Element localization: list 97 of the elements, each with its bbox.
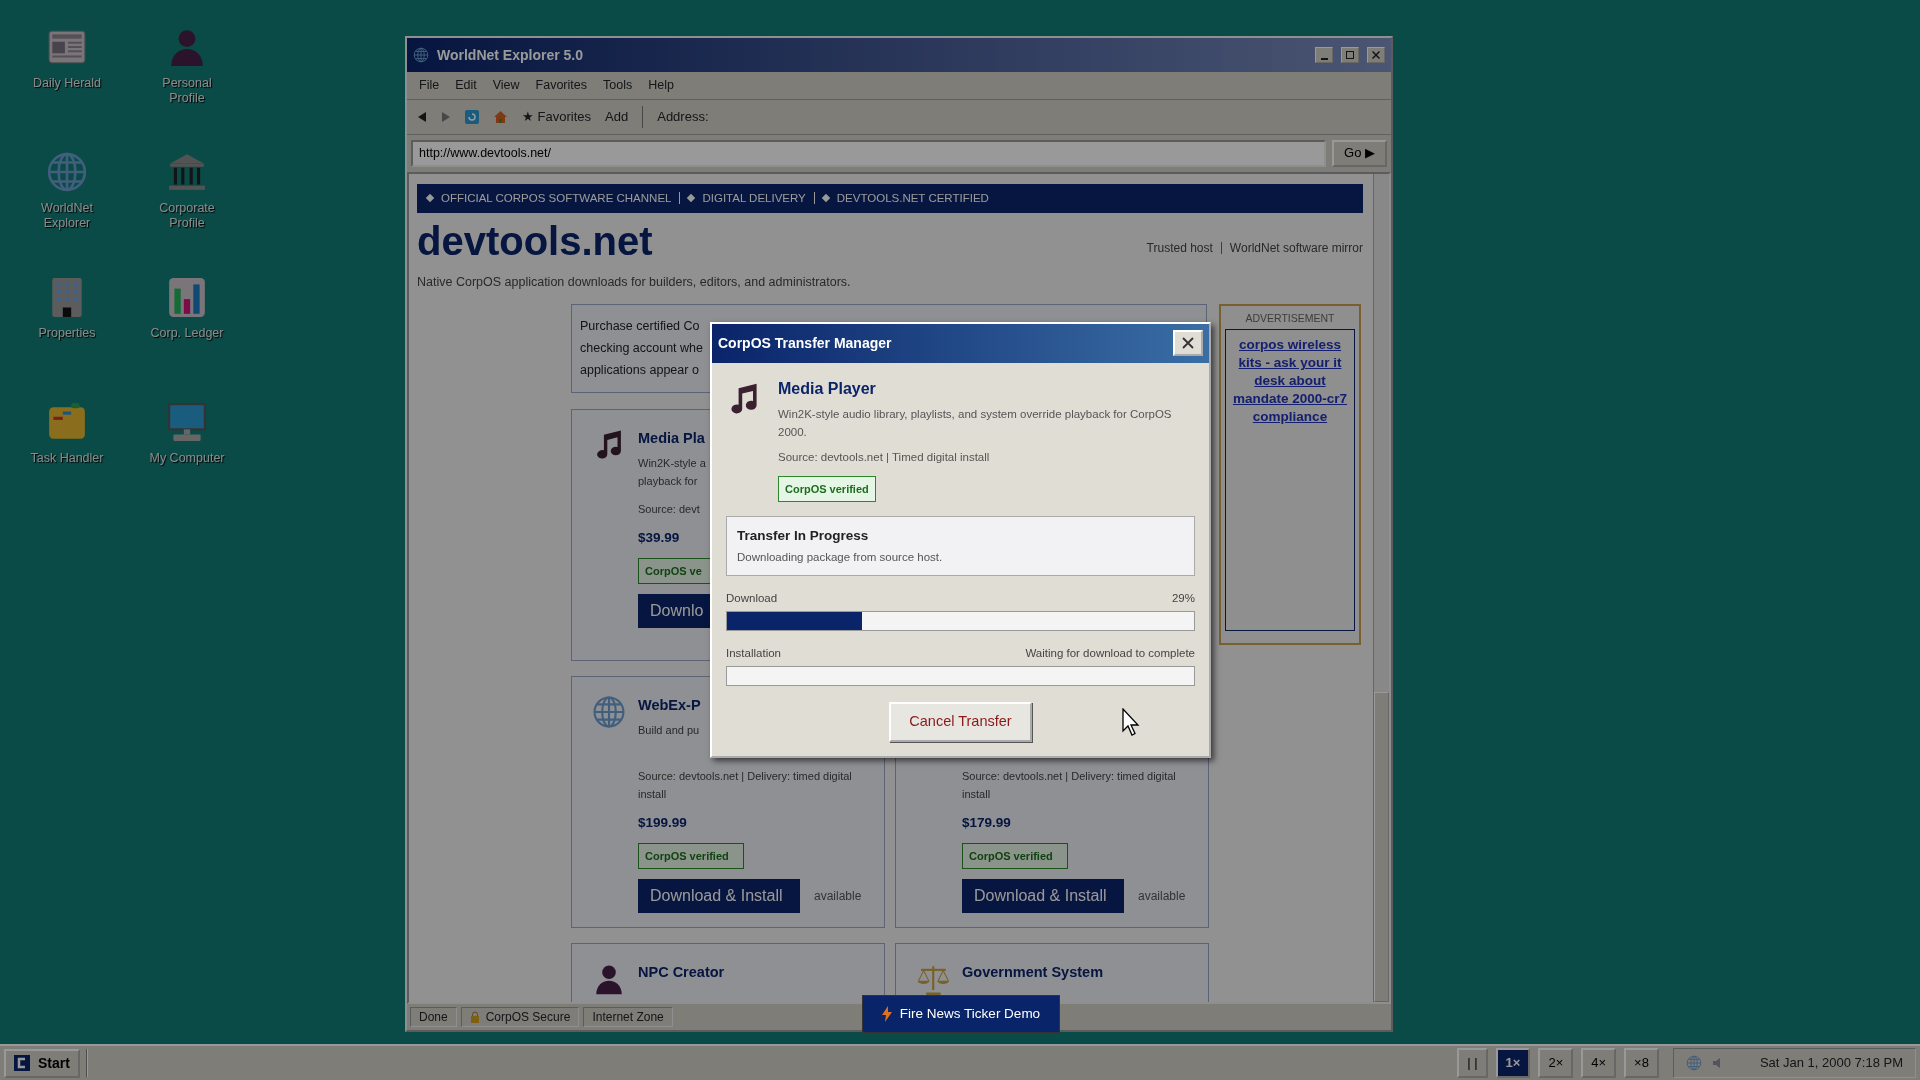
progress-label: Download	[726, 590, 778, 606]
desktop-icon-label[interactable]: My Computer	[143, 451, 231, 466]
refresh-icon[interactable]	[465, 109, 479, 124]
close-icon	[1181, 336, 1195, 351]
speed-button[interactable]: ×8	[1624, 1048, 1659, 1078]
menu-item[interactable]: View	[484, 76, 528, 95]
header-link[interactable]: WorldNet software mirror	[1229, 238, 1363, 257]
scrollbar-thumb[interactable]	[1374, 692, 1389, 1002]
availability-text: available	[1138, 888, 1186, 906]
cancel-transfer-button[interactable]: Cancel Transfer	[889, 702, 1032, 742]
add-button[interactable]: Add	[605, 107, 629, 127]
bank-icon[interactable]	[166, 151, 208, 193]
product-description: Build and pu	[638, 722, 700, 738]
product-price: $179.99	[962, 813, 1011, 832]
download-install-button[interactable]: Download & Install	[638, 879, 800, 914]
header-link[interactable]: Trusted host	[1146, 238, 1213, 257]
product-price: $39.99	[638, 528, 680, 547]
globe-icon	[592, 694, 626, 729]
close-button[interactable]	[1367, 47, 1385, 63]
product-source: Source: devtools.net | Delivery: timed digital install	[962, 768, 1177, 802]
speed-button[interactable]: | |	[1457, 1048, 1488, 1078]
progress-reading: 29%	[1171, 590, 1195, 606]
product-source: Source: devtools.net | Delivery: timed digital install	[638, 768, 853, 802]
menu-item[interactable]: File	[411, 76, 448, 95]
desktop-icon-label[interactable]: Properties	[23, 326, 111, 341]
product-price: $199.99	[638, 813, 687, 832]
banner-text: DEVTOOLS.NET CERTIFIED	[836, 190, 989, 206]
download-install-button[interactable]: Download & Install	[962, 879, 1124, 914]
verified-badge: CorpOS verified	[962, 842, 1068, 870]
minimize-icon	[1320, 58, 1328, 60]
ticker-button[interactable]: Fire News Ticker Demo	[862, 995, 1060, 1033]
menu-item[interactable]: Help	[640, 76, 682, 95]
go-button[interactable]: Go ▶	[1332, 139, 1387, 167]
status-bar-item: Done	[410, 1007, 457, 1027]
home-icon[interactable]	[493, 109, 508, 124]
menu-item[interactable]: Edit	[447, 76, 485, 95]
bar-chart-icon[interactable]	[166, 276, 208, 318]
lightning-icon	[881, 1006, 892, 1022]
favorites-button[interactable]: ★ Favorites	[522, 107, 592, 127]
menu-item[interactable]: Tools	[595, 76, 641, 95]
product-description: Win2K-style a	[638, 455, 706, 471]
address-field[interactable]: http://www.devtools.net/	[411, 139, 1327, 167]
notice-text: checking account whe	[580, 339, 703, 357]
minimize-button[interactable]	[1315, 47, 1333, 63]
globe-icon[interactable]	[1685, 1055, 1702, 1071]
maximize-button[interactable]	[1341, 47, 1359, 63]
window-title: WorldNet Explorer 5.0	[437, 45, 584, 65]
site-title: devtools.net	[417, 220, 653, 261]
start-logo-icon	[14, 1055, 30, 1071]
product-title[interactable]: Government System	[962, 961, 1104, 984]
speed-button[interactable]: 1×	[1495, 1048, 1531, 1078]
status-bar-item: Internet Zone	[583, 1007, 673, 1027]
close-button[interactable]	[1173, 330, 1203, 357]
scrollbar[interactable]	[1373, 173, 1389, 1002]
product-description: playback for	[638, 473, 698, 489]
desktop-icon-label[interactable]: WorldNet Explorer	[23, 201, 111, 231]
globe-icon[interactable]	[46, 151, 88, 193]
back-arrow-icon[interactable]	[417, 110, 427, 123]
notice-text: applications appear o	[580, 361, 699, 379]
desktop-icon-label[interactable]: Daily Herald	[23, 76, 111, 91]
monitor-icon[interactable]	[166, 401, 208, 443]
product-source: Source: devt	[638, 501, 701, 517]
product-source: Source: devtools.net | Timed digital install	[778, 449, 991, 465]
banner-text: OFFICIAL CORPOS SOFTWARE CHANNEL	[441, 190, 672, 206]
menu-item[interactable]: Favorites	[527, 76, 595, 95]
clock: Sat Jan 1, 2000 7:18 PM	[1759, 1054, 1903, 1073]
address-label: Address:	[657, 108, 709, 126]
verified-badge: CorpOS verified	[638, 842, 744, 870]
verified-badge: CorpOS verified	[778, 475, 876, 503]
notice-text: Purchase certified Co	[580, 317, 700, 335]
speed-button[interactable]: 4×	[1581, 1048, 1617, 1078]
close-icon	[1372, 51, 1380, 59]
tagline: Native CorpOS application downloads for builders, editors, and administrators.	[417, 273, 852, 291]
status-title: Transfer In Progress	[737, 527, 870, 546]
progress-label: Installation	[726, 646, 781, 661]
desktop-icon-label[interactable]: Personal Profile	[143, 76, 231, 106]
speed-button[interactable]: 2×	[1538, 1048, 1574, 1078]
progress-reading: Waiting for download to complete	[1025, 646, 1195, 661]
banner-text: DIGITAL DELIVERY	[702, 190, 806, 206]
forward-arrow-icon[interactable]	[441, 110, 451, 123]
desktop-icon-label[interactable]: Corporate Profile	[143, 201, 231, 231]
dialog-title: CorpOS Transfer Manager	[718, 333, 892, 353]
availability-text: available	[814, 888, 862, 906]
status-bar-item: CorpOS Secure	[460, 1007, 580, 1027]
product-title[interactable]: Media Pla	[638, 427, 705, 450]
cursor-icon	[1122, 708, 1140, 736]
product-description: Win2K-style audio library, playlists, and system override playback for CorpOS 2000.	[778, 406, 1173, 440]
maximize-icon	[1346, 51, 1354, 59]
product-title[interactable]: NPC Creator	[638, 961, 725, 984]
desktop-icon-label[interactable]: Task Handler	[23, 451, 111, 466]
start-button[interactable]: Start	[4, 1048, 80, 1078]
globe-icon	[413, 47, 429, 63]
product-title[interactable]: WebEx-P	[638, 694, 701, 717]
ad-label: ADVERTISEMENT	[1244, 310, 1336, 326]
lock-icon	[469, 1011, 480, 1023]
desktop-icon-label[interactable]: Corp. Ledger	[143, 326, 231, 341]
product-name: Media Player	[778, 378, 877, 399]
